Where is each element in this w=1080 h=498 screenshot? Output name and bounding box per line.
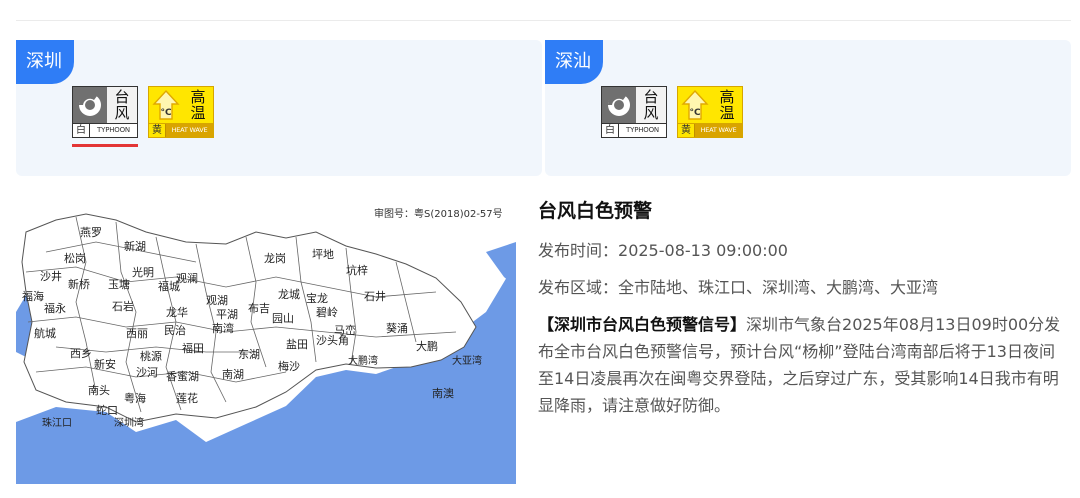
region-tab-shenzhen[interactable]: 深圳 <box>16 40 74 84</box>
publish-area: 发布区域：全市陆地、珠江口、深圳湾、大鹏湾、大亚湾 <box>538 278 939 297</box>
selected-warning-underline <box>72 144 138 147</box>
svg-text:°C: °C <box>160 108 172 118</box>
publish-time: 发布时间：2025-08-13 09:00:00 <box>538 241 788 260</box>
svg-text:大鹏: 大鹏 <box>416 339 438 353</box>
svg-text:桃源: 桃源 <box>140 349 162 363</box>
svg-text:南头: 南头 <box>88 384 110 397</box>
svg-text:南湾: 南湾 <box>212 321 234 335</box>
typhoon-symbol-icon <box>73 87 107 123</box>
shenzhen-district-map[interactable]: 燕罗 新湖 松岗 光明 观澜 龙岗 坪地 沙井 新桥 玉塘 福城 坑梓 福海 石… <box>16 192 516 484</box>
svg-text:西丽: 西丽 <box>126 327 148 340</box>
region-tab-shenshan[interactable]: 深汕 <box>545 40 603 84</box>
warning-title: 台风白色预警 <box>538 200 653 222</box>
svg-text:蛇口: 蛇口 <box>96 403 118 417</box>
svg-text:园山: 园山 <box>272 312 294 325</box>
svg-text:深圳湾: 深圳湾 <box>114 416 144 429</box>
region-panel-shenzhen: 深圳 台风 白 TYPHOON °C 高温 黄 HEAT WAVE <box>16 40 542 176</box>
svg-text:香蜜湖: 香蜜湖 <box>166 369 199 383</box>
svg-text:梅沙: 梅沙 <box>278 359 300 373</box>
svg-text:大亚湾: 大亚湾 <box>452 354 482 367</box>
warning-detail: 台风白色预警 发布时间：2025-08-13 09:00:00 发布区域：全市陆… <box>538 196 1068 419</box>
typhoon-symbol-icon <box>602 87 636 123</box>
svg-text:石井: 石井 <box>364 289 386 303</box>
svg-text:龙岗: 龙岗 <box>264 252 286 265</box>
svg-text:盐田: 盐田 <box>286 338 308 351</box>
svg-text:碧岭: 碧岭 <box>316 305 338 319</box>
svg-text:玉塘: 玉塘 <box>108 277 130 291</box>
svg-text:沙井: 沙井 <box>40 269 62 283</box>
svg-text:葵涌: 葵涌 <box>386 322 408 335</box>
heat-yellow-warning-icon[interactable]: °C 高温 黄 HEAT WAVE <box>677 86 743 138</box>
svg-text:石岩: 石岩 <box>112 299 134 313</box>
svg-text:福永: 福永 <box>44 301 66 315</box>
svg-text:大鹏湾: 大鹏湾 <box>348 354 378 367</box>
svg-text:平湖: 平湖 <box>216 308 238 321</box>
warning-icons-shenzhen: 台风 白 TYPHOON °C 高温 黄 HEAT WAVE <box>72 86 214 138</box>
typhoon-white-warning-icon[interactable]: 台风 白 TYPHOON <box>601 86 667 138</box>
svg-text:沙头角: 沙头角 <box>316 334 349 347</box>
svg-text:新湖: 新湖 <box>124 239 146 253</box>
svg-text:福海: 福海 <box>22 289 44 303</box>
warning-icons-shenshan: 台风 白 TYPHOON °C 高温 黄 HEAT WAVE <box>601 86 743 138</box>
svg-text:珠江口: 珠江口 <box>42 416 72 429</box>
top-divider <box>16 20 1071 21</box>
svg-text:龙华: 龙华 <box>166 305 188 319</box>
thermometer-arrow-icon: °C <box>149 87 183 123</box>
svg-text:莲花: 莲花 <box>176 392 198 405</box>
svg-text:沙河: 沙河 <box>136 366 158 379</box>
svg-text:福城: 福城 <box>158 279 180 293</box>
svg-text:坪地: 坪地 <box>312 248 334 261</box>
svg-text:新桥: 新桥 <box>68 277 90 291</box>
svg-text:东湖: 东湖 <box>238 348 260 361</box>
svg-text:新安: 新安 <box>94 357 116 371</box>
region-panel-shenshan: 深汕 台风 白 TYPHOON °C 高温 黄 HEAT WAVE <box>545 40 1071 176</box>
svg-text:观湖: 观湖 <box>206 294 228 307</box>
svg-text:燕罗: 燕罗 <box>80 226 102 239</box>
svg-text:民治: 民治 <box>164 323 186 337</box>
svg-text:坑梓: 坑梓 <box>346 263 368 277</box>
svg-text:宝龙: 宝龙 <box>306 291 328 305</box>
svg-text:福田: 福田 <box>182 341 204 355</box>
typhoon-white-warning-icon[interactable]: 台风 白 TYPHOON <box>72 86 138 138</box>
svg-text:布吉: 布吉 <box>248 302 270 315</box>
svg-text:航城: 航城 <box>34 326 56 340</box>
svg-text:龙城: 龙城 <box>278 288 300 301</box>
svg-text:松岗: 松岗 <box>64 251 86 265</box>
thermometer-arrow-icon: °C <box>678 87 712 123</box>
svg-text:光明: 光明 <box>132 265 154 279</box>
warning-description: 【深圳市台风白色预警信号】深圳市气象台2025年08月13日09时00分发布全市… <box>538 315 1061 415</box>
svg-text:南澳: 南澳 <box>432 387 454 400</box>
heat-yellow-warning-icon[interactable]: °C 高温 黄 HEAT WAVE <box>148 86 214 138</box>
svg-text:粤海: 粤海 <box>124 391 146 405</box>
svg-text:南湖: 南湖 <box>222 368 244 381</box>
svg-text:西乡: 西乡 <box>70 347 92 360</box>
svg-text:°C: °C <box>689 108 701 118</box>
